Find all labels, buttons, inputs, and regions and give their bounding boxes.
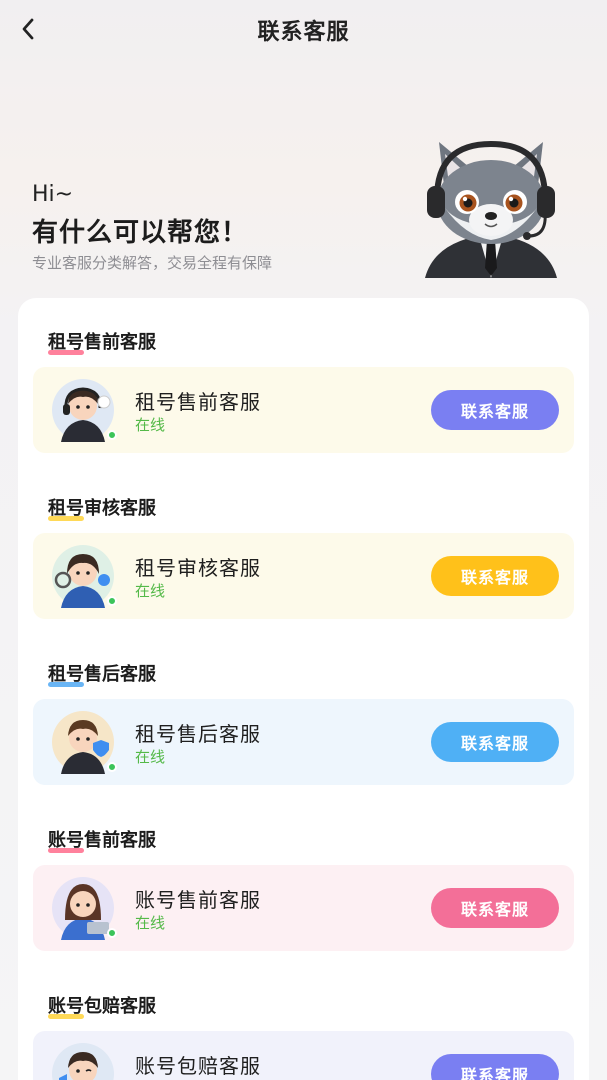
top-bar: 联系客服 <box>0 0 607 58</box>
agent-avatar-icon <box>52 379 114 442</box>
online-status: 在线 <box>135 914 166 932</box>
service-row-rent-presale: 租号售前客服 在线 联系客服 <box>33 367 574 453</box>
service-name: 账号包赔客服 <box>135 1054 261 1078</box>
online-status: 在线 <box>135 748 166 766</box>
online-dot <box>107 928 117 938</box>
agent-avatar-icon <box>52 1043 114 1080</box>
section-title-account-presale: 账号售前客服 <box>48 830 156 853</box>
service-name: 租号售后客服 <box>135 722 261 746</box>
online-dot <box>107 430 117 440</box>
section-title-rent-aftersale: 租号售后客服 <box>48 664 156 687</box>
section-title-rent-presale: 租号售前客服 <box>48 332 156 355</box>
section-title-account-guarantee: 账号包赔客服 <box>48 996 156 1019</box>
contact-button[interactable]: 联系客服 <box>431 722 559 762</box>
section-title-rent-review: 租号审核客服 <box>48 498 156 521</box>
agent-avatar-icon <box>52 877 114 940</box>
service-row-account-guarantee: 账号包赔客服 联系客服 <box>33 1031 574 1080</box>
service-name: 租号售前客服 <box>135 390 261 414</box>
service-name: 账号售前客服 <box>135 888 261 912</box>
online-dot <box>107 596 117 606</box>
service-row-account-presale: 账号售前客服 在线 联系客服 <box>33 865 574 951</box>
online-status: 在线 <box>135 582 166 600</box>
wolf-mascot-image <box>425 140 557 278</box>
agent-avatar-icon <box>52 711 114 774</box>
agent-avatar-icon <box>52 545 114 608</box>
service-row-rent-review: 租号审核客服 在线 联系客服 <box>33 533 574 619</box>
service-name: 租号审核客服 <box>135 556 261 580</box>
contact-button[interactable]: 联系客服 <box>431 556 559 596</box>
hero-headline: 有什么可以帮您！ <box>32 218 249 248</box>
hero-greeting: Hi~ <box>32 182 74 207</box>
online-dot <box>107 762 117 772</box>
online-status: 在线 <box>135 416 166 434</box>
page-title: 联系客服 <box>257 20 350 45</box>
contact-button[interactable]: 联系客服 <box>431 1054 559 1080</box>
service-row-rent-aftersale: 租号售后客服 在线 联系客服 <box>33 699 574 785</box>
contact-button[interactable]: 联系客服 <box>431 390 559 430</box>
contact-button[interactable]: 联系客服 <box>431 888 559 928</box>
hero-subtitle: 专业客服分类解答，交易全程有保障 <box>32 254 273 272</box>
